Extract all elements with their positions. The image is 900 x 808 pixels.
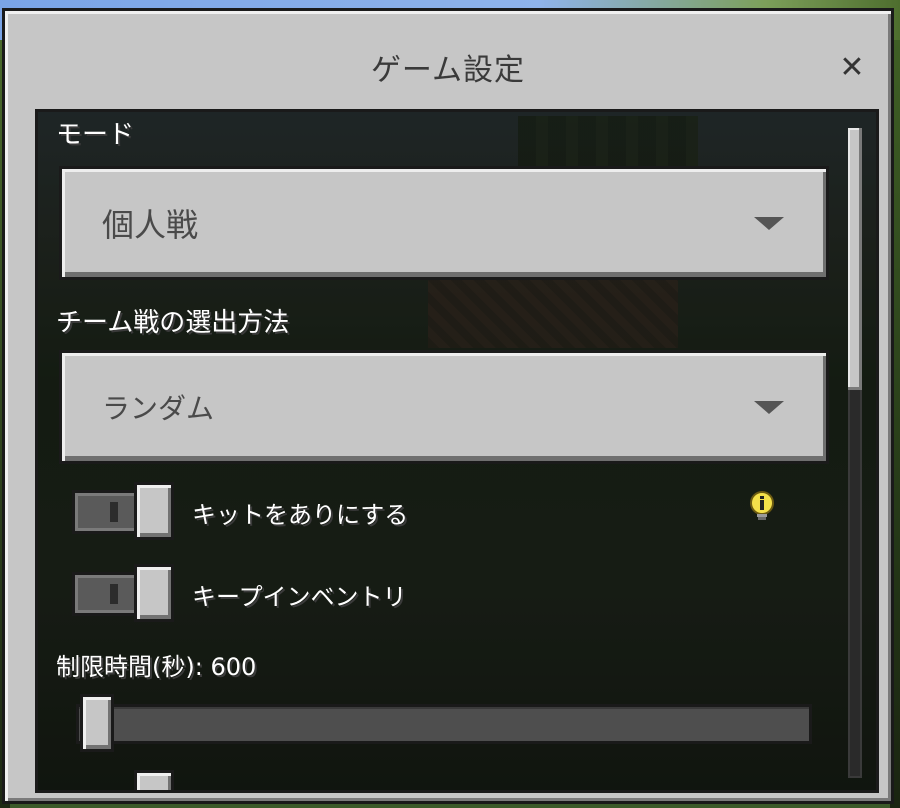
time-limit-slider-knob[interactable] (80, 694, 114, 752)
team-selection-dropdown-value: ランダム (102, 392, 215, 425)
dialog-title: ゲーム設定 (370, 53, 526, 88)
scrollbar[interactable] (848, 128, 862, 778)
partial-toggle[interactable] (72, 770, 174, 790)
mode-label: モード (56, 120, 135, 150)
mode-dropdown[interactable]: 個人戦 (59, 166, 829, 280)
lightbulb-info-icon[interactable] (749, 491, 775, 523)
scrollbar-thumb[interactable] (848, 128, 862, 390)
mode-dropdown-value: 個人戦 (102, 206, 199, 244)
close-button[interactable]: ✕ (835, 51, 869, 85)
toggle-knob[interactable] (134, 770, 174, 790)
time-limit-slider-track[interactable] (76, 704, 812, 744)
keep-inventory-toggle[interactable] (72, 564, 174, 622)
team-selection-dropdown[interactable]: ランダム (59, 350, 829, 464)
game-settings-dialog: ゲーム設定 ✕ モード 個人戦 チーム戦の選出方法 ランダム キットをありにする (2, 8, 894, 804)
kit-toggle-label: キットをありにする (192, 501, 409, 529)
toggle-off-indicator (110, 502, 118, 522)
kit-toggle[interactable] (72, 482, 174, 540)
chevron-down-icon (754, 217, 784, 230)
keep-inventory-toggle-label: キープインベントリ (192, 583, 407, 611)
toggle-knob[interactable] (134, 482, 174, 540)
toggle-knob[interactable] (134, 564, 174, 622)
close-icon: ✕ (839, 50, 865, 85)
settings-scroll-panel: モード 個人戦 チーム戦の選出方法 ランダム キットをありにする キープインベン… (35, 109, 879, 793)
chevron-down-icon (754, 401, 784, 414)
team-selection-label: チーム戦の選出方法 (56, 308, 290, 338)
time-limit-label: 制限時間(秒): 600 (56, 653, 257, 681)
toggle-off-indicator (110, 584, 118, 604)
